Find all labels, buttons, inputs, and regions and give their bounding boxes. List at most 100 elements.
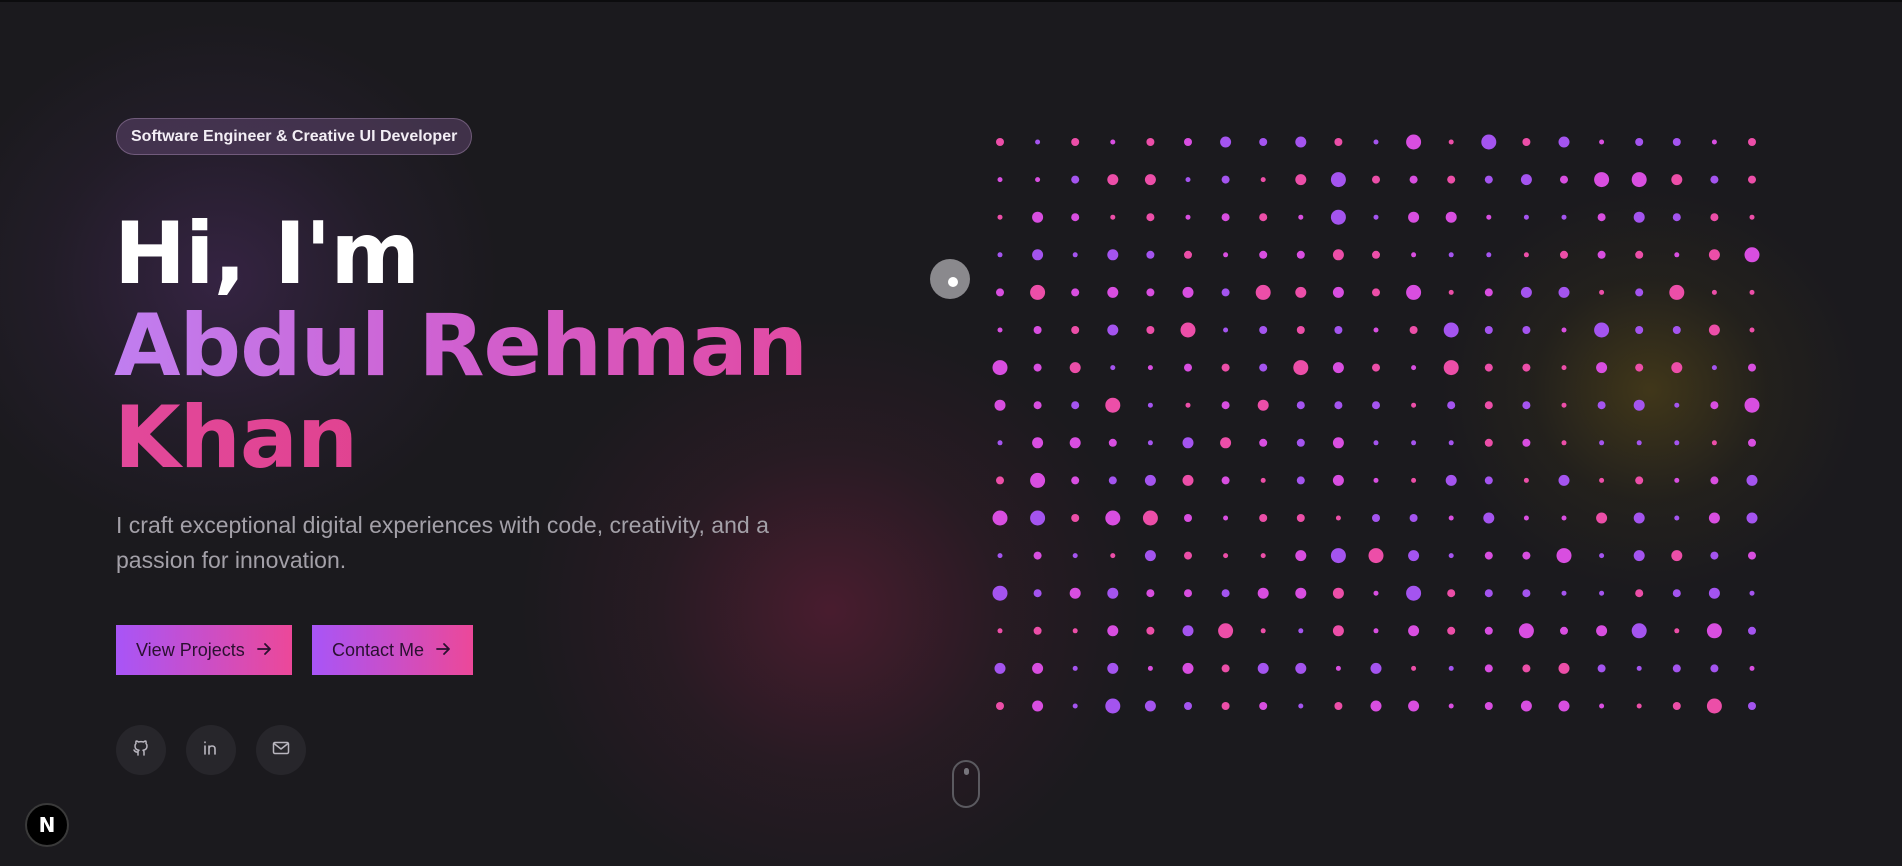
grid-dot	[1221, 589, 1230, 598]
grid-dot	[1674, 515, 1680, 521]
grid-dot	[1558, 474, 1570, 486]
grid-dot	[1257, 662, 1269, 674]
grid-dot	[1672, 702, 1681, 710]
grid-dot	[1561, 515, 1567, 521]
grid-dot	[1257, 399, 1269, 411]
grid-dot	[1372, 175, 1380, 184]
grid-dot	[1484, 438, 1493, 447]
grid-dot	[1223, 515, 1229, 521]
grid-dot	[1332, 474, 1344, 486]
grid-dot	[1708, 512, 1720, 524]
grid-dot	[1484, 589, 1493, 598]
grid-dot	[1146, 288, 1155, 297]
grid-dot	[1748, 138, 1756, 146]
grid-dot	[1484, 288, 1493, 297]
grid-dot	[992, 510, 1008, 526]
grid-dot	[1636, 703, 1642, 709]
grid-dot	[1635, 138, 1644, 146]
grid-dot	[1221, 476, 1230, 485]
grid-dot	[1633, 550, 1645, 562]
grid-dot	[1108, 476, 1117, 485]
grid-dot	[1334, 702, 1343, 710]
grid-dot	[1147, 440, 1153, 446]
grid-dot	[1484, 702, 1493, 710]
grid-dot	[1182, 474, 1194, 486]
grid-dot	[1259, 438, 1268, 447]
grid-dot	[997, 214, 1003, 220]
grid-dot	[1408, 550, 1420, 562]
grid-dot	[1448, 252, 1454, 258]
grid-dot	[1069, 587, 1081, 599]
dev-indicator-button[interactable]: N	[25, 803, 69, 847]
grid-dot	[1330, 209, 1346, 225]
scroll-indicator-icon[interactable]	[952, 760, 980, 808]
grid-dot	[1406, 284, 1422, 300]
grid-dot	[1523, 515, 1529, 521]
grid-dot	[1182, 286, 1194, 298]
grid-dot	[1636, 665, 1642, 671]
grid-dot	[1599, 477, 1605, 483]
grid-dot	[1072, 628, 1078, 634]
grid-dot	[1672, 589, 1681, 598]
grid-dot	[1711, 289, 1717, 295]
grid-dot	[1071, 288, 1080, 297]
scroll-wheel	[964, 768, 969, 775]
grid-dot	[1411, 477, 1417, 483]
grid-dot	[1295, 587, 1307, 599]
grid-dot	[1597, 250, 1606, 259]
grid-dot	[1445, 211, 1457, 223]
grid-dot	[1447, 175, 1456, 184]
grid-dot	[1373, 477, 1379, 483]
grid-dot	[1218, 623, 1234, 639]
grid-dot	[1182, 625, 1194, 637]
grid-dot	[1032, 700, 1044, 712]
grid-dot	[1448, 703, 1454, 709]
grid-dot	[1522, 326, 1531, 334]
grid-dot	[1071, 476, 1080, 485]
grid-dot	[1108, 438, 1117, 447]
grid-dot	[1744, 397, 1760, 413]
grid-dot	[1071, 401, 1080, 410]
grid-dot	[1071, 514, 1080, 522]
grid-dot	[1147, 665, 1153, 671]
grid-dot	[1560, 175, 1568, 184]
grid-dot	[1448, 553, 1454, 559]
grid-dot	[1484, 664, 1493, 673]
grid-dot	[1522, 551, 1531, 560]
grid-dot	[1332, 587, 1344, 599]
grid-dot	[1184, 250, 1192, 259]
grid-dot	[1296, 250, 1305, 259]
grid-dot	[1295, 286, 1307, 298]
grid-dot	[996, 702, 1004, 710]
grid-dot	[1411, 252, 1417, 258]
grid-dot	[1445, 474, 1457, 486]
grid-dot	[1748, 438, 1756, 447]
grid-dot	[1748, 175, 1756, 184]
grid-dot	[1710, 551, 1719, 560]
grid-dot	[1748, 626, 1756, 635]
grid-dot	[1147, 365, 1153, 371]
grid-dot	[1636, 440, 1642, 446]
grid-dot	[994, 399, 1006, 411]
grid-dot	[1408, 211, 1420, 223]
grid-dot	[1448, 665, 1454, 671]
grid-dot	[1708, 324, 1720, 336]
grid-dot	[1748, 551, 1756, 560]
grid-dot	[1259, 326, 1268, 334]
grid-dot	[1411, 402, 1417, 408]
grid-dot	[1674, 402, 1680, 408]
grid-dot	[997, 553, 1003, 559]
grid-dot	[1558, 136, 1570, 148]
grid-dot	[1522, 664, 1531, 673]
dot-grid-animation	[992, 134, 1760, 714]
grid-dot	[1220, 136, 1232, 148]
grid-dot	[1597, 401, 1606, 410]
grid-dot	[1296, 438, 1305, 447]
grid-dot	[1594, 172, 1610, 188]
cursor-follower	[930, 259, 970, 299]
grid-dot	[1484, 551, 1493, 560]
grid-dot	[1334, 138, 1343, 146]
grid-dot	[1711, 139, 1717, 145]
grid-dot	[1599, 703, 1605, 709]
grid-dot	[1260, 477, 1266, 483]
